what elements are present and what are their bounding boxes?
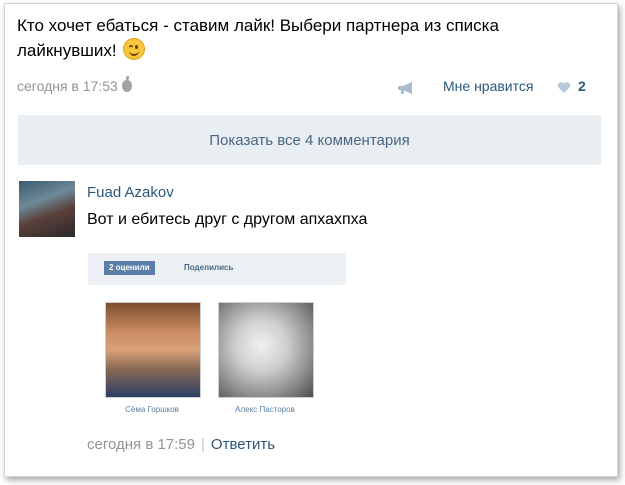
liker-name-1: Сёма Горшков — [125, 405, 179, 414]
post-meta-row: сегодня в 17:53 Мне нравится 2 — [17, 76, 599, 100]
post-text-block: Кто хочет ебаться - ставим лайк! Выбери … — [17, 14, 597, 63]
heart-icon[interactable] — [557, 81, 571, 94]
liker-photo-1 — [105, 302, 201, 398]
like-count[interactable]: 2 — [578, 78, 586, 94]
embedded-likes-tabs: 2 оценили Поделились — [88, 253, 346, 285]
vk-post-card: Кто хочет ебаться - ставим лайк! Выбери … — [4, 3, 618, 477]
wink-emoji-icon — [123, 38, 146, 60]
comment-author[interactable]: Fuad Azakov — [87, 184, 174, 201]
comment-time[interactable]: сегодня в 17:59 — [87, 436, 195, 453]
megaphone-icon[interactable] — [397, 81, 417, 95]
reply-button[interactable]: Ответить — [211, 436, 275, 453]
avatar[interactable] — [19, 181, 75, 237]
tab-likes: 2 оценили — [104, 261, 155, 275]
apple-icon — [121, 76, 132, 92]
post-text: Кто хочет ебаться - ставим лайк! Выбери … — [17, 16, 499, 60]
separator: | — [201, 436, 205, 453]
comment-meta-row: сегодня в 17:59 | Ответить — [87, 436, 275, 453]
like-button[interactable]: Мне нравится — [443, 78, 533, 94]
comment-text: Вот и ебитесь друг с другом апхахпха — [87, 211, 368, 228]
tab-shares: Поделились — [184, 263, 234, 272]
liker-name-2: Алекс Пасторов — [235, 405, 295, 414]
show-all-comments-button[interactable]: Показать все 4 комментария — [18, 115, 601, 165]
liker-photo-2 — [218, 302, 314, 398]
post-time[interactable]: сегодня в 17:53 — [17, 78, 118, 94]
